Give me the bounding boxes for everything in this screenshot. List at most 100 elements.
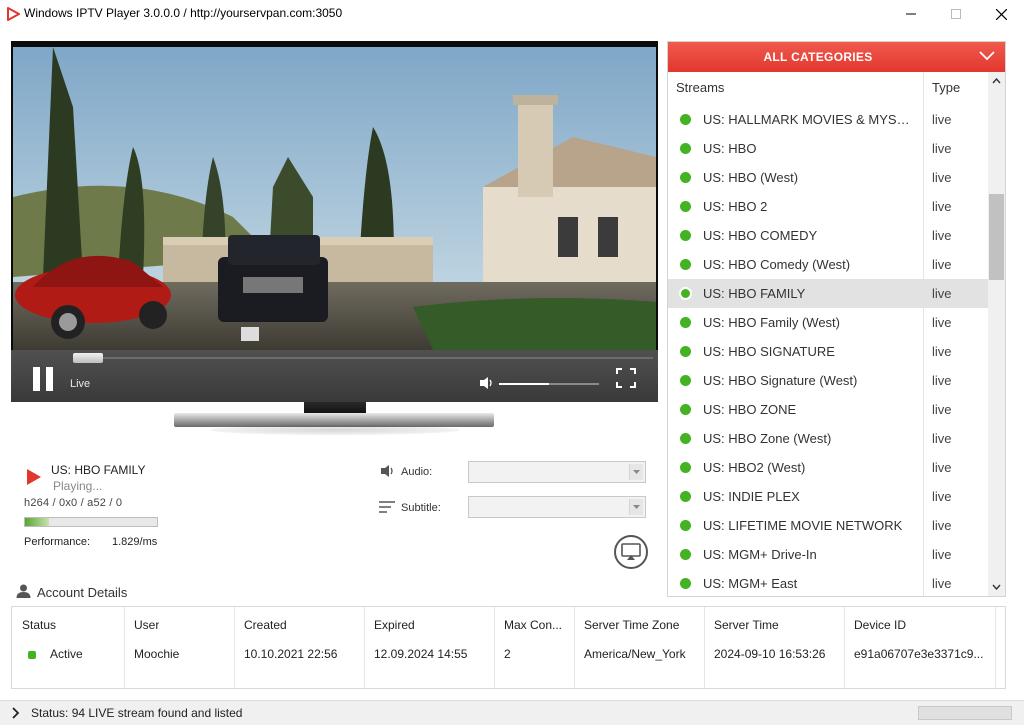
chevron-right-icon[interactable]: [12, 707, 20, 719]
status-text: Status: 94 LIVE stream found and listed: [31, 706, 243, 720]
live-status-dot: [680, 259, 691, 270]
channel-row[interactable]: US: MGM+ East live: [668, 569, 988, 598]
account-value-device-id: e91a06707e3e3371c9...: [854, 647, 984, 661]
channel-name: US: HBO Comedy (West): [703, 257, 851, 272]
app-window: Windows IPTV Player 3.0.0.0 / http://you…: [0, 0, 1024, 725]
account-header-expired: Expired: [374, 618, 415, 632]
close-icon: [995, 8, 1007, 20]
channel-type: live: [932, 315, 952, 330]
channel-list: US: HALLMARK MOVIES & MYSTERIESliveUS: H…: [668, 105, 988, 598]
cast-button[interactable]: [614, 535, 648, 569]
channel-row[interactable]: US: HBO (West) live: [668, 163, 988, 192]
minimize-button[interactable]: [888, 0, 934, 28]
channel-row[interactable]: US: HBO 2 live: [668, 192, 988, 221]
codec-info: h264 / 0x0 / a52 / 0: [24, 497, 123, 509]
maximize-icon: [951, 9, 961, 19]
channel-name: US: HBO Family (West): [703, 315, 840, 330]
column-header-type[interactable]: Type: [932, 80, 960, 95]
subtitle-label: Subtitle:: [401, 502, 441, 514]
live-status-dot: [680, 172, 691, 183]
seek-handle[interactable]: [73, 353, 103, 363]
chevron-down-icon: [633, 470, 640, 474]
channel-row[interactable]: US: INDIE PLEX live: [668, 482, 988, 511]
subtitle-select[interactable]: [468, 496, 646, 518]
channel-row[interactable]: US: MGM+ Drive-In live: [668, 540, 988, 569]
channel-type: live: [932, 460, 952, 475]
channel-type: live: [932, 576, 952, 591]
live-label: Live: [70, 378, 91, 390]
close-button[interactable]: [978, 0, 1024, 28]
video-frame[interactable]: [13, 47, 656, 350]
account-value-server-time: 2024-09-10 16:53:26: [714, 647, 826, 661]
channel-type: live: [932, 141, 952, 156]
maximize-button[interactable]: [933, 0, 979, 28]
app-logo-icon: [7, 7, 20, 21]
audio-select-arrow[interactable]: [629, 464, 643, 480]
channel-row[interactable]: US: LIFETIME MOVIE NETWORK live: [668, 511, 988, 540]
chevron-down-icon: [633, 505, 640, 509]
channel-name: US: HBO COMEDY: [703, 228, 818, 243]
column-header-streams[interactable]: Streams: [676, 80, 724, 95]
account-value-created: 10.10.2021 22:56: [244, 647, 338, 661]
channel-row[interactable]: US: HBO Zone (West) live: [668, 424, 988, 453]
chevron-up-icon: [992, 78, 1001, 84]
channel-row[interactable]: US: HBO ZONE live: [668, 395, 988, 424]
fullscreen-icon[interactable]: [616, 368, 636, 388]
volume-slider[interactable]: [499, 383, 599, 385]
channel-type: live: [932, 518, 952, 533]
channel-name: US: HALLMARK MOVIES & MYSTERIES: [703, 112, 915, 127]
volume-icon[interactable]: [479, 376, 495, 390]
channel-panel: ALL CATEGORIES Streams Type US: HALLMARK…: [667, 41, 1006, 597]
video-image: [13, 47, 656, 350]
channel-row[interactable]: US: HALLMARK MOVIES & MYSTERIES live: [668, 105, 988, 134]
account-header-device-id: Device ID: [854, 618, 907, 632]
chevron-down-icon[interactable]: [979, 51, 995, 61]
audio-select[interactable]: [468, 461, 646, 483]
account-header-user: User: [134, 618, 160, 632]
now-playing-channel: US: HBO FAMILY: [51, 463, 146, 477]
channel-row[interactable]: US: HBO live: [668, 134, 988, 163]
account-details-title: Account Details: [37, 585, 128, 600]
channel-name: US: HBO 2: [703, 199, 768, 214]
channel-row[interactable]: US: HBO Signature (West) live: [668, 366, 988, 395]
scrollbar[interactable]: [988, 72, 1005, 596]
channel-row[interactable]: US: HBO2 (West) live: [668, 453, 988, 482]
channel-type: live: [932, 170, 952, 185]
channel-type: live: [932, 228, 952, 243]
cast-icon: [621, 543, 641, 560]
channel-name: US: HBO (West): [703, 170, 799, 185]
subtitle-select-arrow[interactable]: [629, 499, 643, 515]
pause-icon-left: [33, 367, 40, 391]
scroll-up-button[interactable]: [988, 74, 1005, 88]
performance-label: Performance:: [24, 536, 91, 548]
category-dropdown[interactable]: ALL CATEGORIES: [668, 42, 1005, 72]
channel-row[interactable]: US: HBO SIGNATURE live: [668, 337, 988, 366]
player-controls: Live: [11, 350, 658, 402]
account-header-created: Created: [244, 618, 287, 632]
live-status-dot: [680, 520, 691, 531]
channel-row[interactable]: US: HBO Family (West) live: [668, 308, 988, 337]
tv-shadow: [210, 425, 460, 435]
account-value-max-connections: 2: [504, 647, 511, 661]
channel-row[interactable]: US: HBO Comedy (West) live: [668, 250, 988, 279]
account-col-device-id: Device ID e91a06707e3e3371c9...: [844, 607, 996, 688]
channel-type: live: [932, 344, 952, 359]
channel-type: live: [932, 199, 952, 214]
channel-type: live: [932, 286, 952, 301]
channel-row[interactable]: US: HBO COMEDY live: [668, 221, 988, 250]
live-status-dot: [680, 230, 691, 241]
user-icon: [16, 584, 31, 598]
channel-type: live: [932, 547, 952, 562]
channel-row[interactable]: US: HBO FAMILY live: [668, 279, 988, 308]
status-bar: Status: 94 LIVE stream found and listed: [0, 700, 1024, 725]
account-table: Status Active User Moochie Created 10.10…: [11, 606, 1006, 689]
pause-button[interactable]: [31, 367, 57, 393]
account-col-created: Created 10.10.2021 22:56: [234, 607, 365, 688]
live-status-dot: [680, 375, 691, 386]
volume-level: [499, 383, 549, 385]
scrollbar-thumb[interactable]: [989, 194, 1004, 280]
audio-label: Audio:: [401, 466, 433, 478]
channel-name: US: HBO Signature (West): [703, 373, 858, 388]
scroll-down-button[interactable]: [988, 580, 1005, 594]
seek-bar[interactable]: [73, 357, 653, 359]
